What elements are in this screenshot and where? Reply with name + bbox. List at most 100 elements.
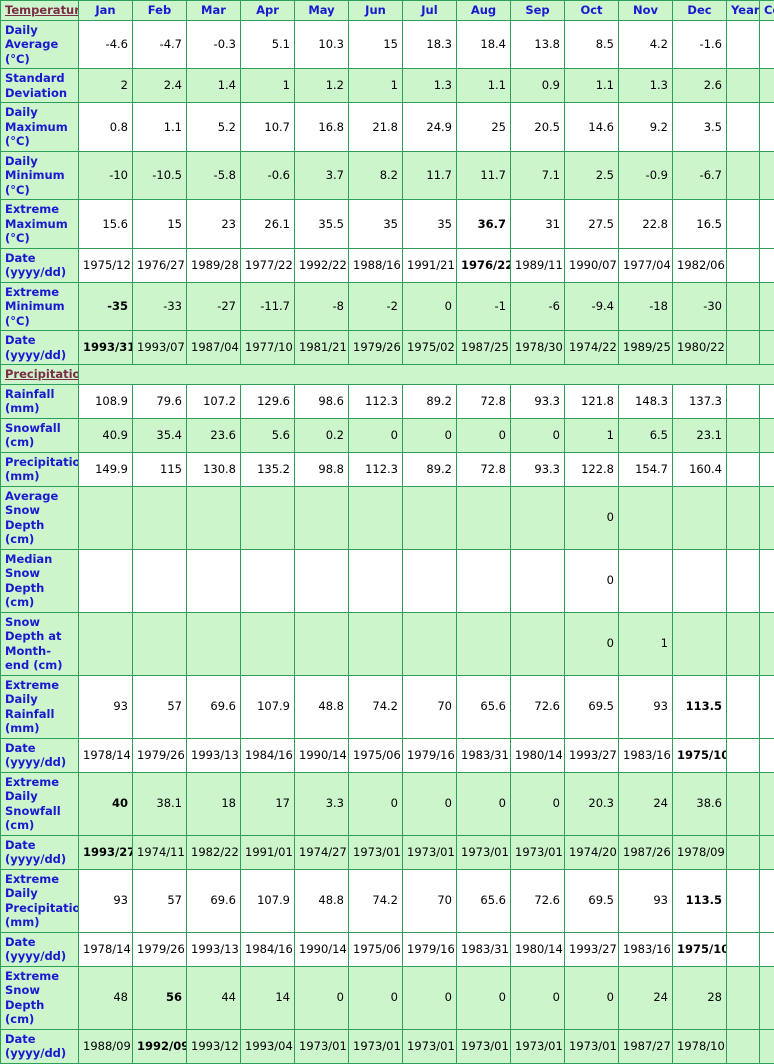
- cell-jul: 1975/02: [403, 331, 457, 365]
- cell-oct: 121.8: [565, 384, 619, 418]
- cell-jul: 0: [403, 772, 457, 835]
- row-label: Average Snow Depth (cm): [1, 486, 79, 549]
- cell-aug: 25: [457, 103, 511, 152]
- column-header-dec: Dec: [673, 1, 727, 21]
- cell-jun: -2: [349, 282, 403, 331]
- cell-oct: 1: [565, 418, 619, 452]
- cell-code: C: [760, 103, 774, 152]
- cell-jun: 1979/26: [349, 331, 403, 365]
- cell-oct: 1974/20: [565, 835, 619, 869]
- table-row: Extreme Daily Snowfall (cm)4038.118173.3…: [1, 772, 774, 835]
- column-header-mar: Mar: [187, 1, 241, 21]
- cell-oct: 1.1: [565, 69, 619, 103]
- table-row: Average Snow Depth (cm)0D: [1, 486, 774, 549]
- table-row: Date (yyyy/dd)1988/091992/091993/121993/…: [1, 1029, 774, 1063]
- cell-jul: 11.7: [403, 151, 457, 200]
- cell-apr: 1984/16: [241, 738, 295, 772]
- cell-year: [727, 932, 760, 966]
- cell-may: 0.2: [295, 418, 349, 452]
- cell-sep: 0.9: [511, 69, 565, 103]
- cell-oct: 69.5: [565, 675, 619, 738]
- cell-year: [727, 835, 760, 869]
- cell-jul: 1979/16: [403, 738, 457, 772]
- row-label: Extreme Minimum (°C): [1, 282, 79, 331]
- column-header-may: May: [295, 1, 349, 21]
- cell-dec: 1975/10: [673, 738, 727, 772]
- cell-apr: [241, 549, 295, 612]
- cell-dec: 137.3: [673, 384, 727, 418]
- cell-oct: 122.8: [565, 452, 619, 486]
- cell-year: [727, 772, 760, 835]
- cell-code: D: [760, 612, 774, 675]
- cell-jun: 8.2: [349, 151, 403, 200]
- cell-sep: 72.6: [511, 675, 565, 738]
- cell-nov: 24: [619, 772, 673, 835]
- cell-feb: 1979/26: [133, 738, 187, 772]
- cell-code: C: [760, 151, 774, 200]
- cell-jan: 1993/27: [79, 835, 133, 869]
- cell-jun: 74.2: [349, 675, 403, 738]
- cell-sep: 72.6: [511, 869, 565, 932]
- cell-jun: 1973/01+: [349, 835, 403, 869]
- cell-apr: [241, 486, 295, 549]
- cell-aug: 72.8: [457, 452, 511, 486]
- cell-code: C: [760, 384, 774, 418]
- cell-may: 1990/14: [295, 932, 349, 966]
- cell-feb: 15: [133, 200, 187, 249]
- cell-feb: 56: [133, 966, 187, 1029]
- cell-mar: 1.4: [187, 69, 241, 103]
- cell-code: C: [760, 452, 774, 486]
- cell-code: [760, 282, 774, 331]
- cell-jul: 0: [403, 966, 457, 1029]
- cell-may: 98.8: [295, 452, 349, 486]
- cell-code: [760, 1029, 774, 1063]
- cell-jun: 1973/01+: [349, 1029, 403, 1063]
- column-header-apr: Apr: [241, 1, 295, 21]
- cell-code: [760, 331, 774, 365]
- cell-year: [727, 200, 760, 249]
- cell-mar: 1993/12: [187, 1029, 241, 1063]
- cell-feb: 2.4: [133, 69, 187, 103]
- cell-oct: 2.5: [565, 151, 619, 200]
- cell-jul: 70: [403, 869, 457, 932]
- cell-sep: [511, 612, 565, 675]
- cell-dec: 3.5: [673, 103, 727, 152]
- cell-oct: 0: [565, 486, 619, 549]
- row-label: Date (yyyy/dd): [1, 932, 79, 966]
- table-row: Extreme Snow Depth (cm)48564414000000242…: [1, 966, 774, 1029]
- cell-feb: 1979/26: [133, 932, 187, 966]
- cell-jan: 40: [79, 772, 133, 835]
- cell-aug: -1: [457, 282, 511, 331]
- cell-feb: 1993/07: [133, 331, 187, 365]
- table-row: Daily Average (°C)-4.6-4.7-0.35.110.3151…: [1, 20, 774, 69]
- cell-apr: 107.9: [241, 675, 295, 738]
- cell-sep: 1978/30: [511, 331, 565, 365]
- cell-code: C: [760, 20, 774, 69]
- cell-jul: [403, 612, 457, 675]
- cell-code: [760, 966, 774, 1029]
- cell-year: [727, 69, 760, 103]
- cell-dec: 1978/10: [673, 1029, 727, 1063]
- column-header-aug: Aug: [457, 1, 511, 21]
- cell-dec: [673, 549, 727, 612]
- cell-nov: 93: [619, 675, 673, 738]
- cell-may: -8: [295, 282, 349, 331]
- cell-oct: 1974/22: [565, 331, 619, 365]
- cell-aug: [457, 486, 511, 549]
- cell-jul: 24.9: [403, 103, 457, 152]
- cell-mar: 1989/28: [187, 248, 241, 282]
- cell-sep: 20.5: [511, 103, 565, 152]
- row-label: Median Snow Depth (cm): [1, 549, 79, 612]
- column-header-jun: Jun: [349, 1, 403, 21]
- cell-mar: 69.6: [187, 675, 241, 738]
- cell-year: [727, 418, 760, 452]
- table-row: Extreme Daily Rainfall (mm)935769.6107.9…: [1, 675, 774, 738]
- cell-jul: 89.2: [403, 384, 457, 418]
- cell-jan: 93: [79, 869, 133, 932]
- cell-nov: 1983/16: [619, 738, 673, 772]
- cell-aug: 0: [457, 772, 511, 835]
- table-row: Date (yyyy/dd)1978/141979/261993/131984/…: [1, 738, 774, 772]
- cell-jan: 2: [79, 69, 133, 103]
- column-header-feb: Feb: [133, 1, 187, 21]
- cell-oct: 8.5: [565, 20, 619, 69]
